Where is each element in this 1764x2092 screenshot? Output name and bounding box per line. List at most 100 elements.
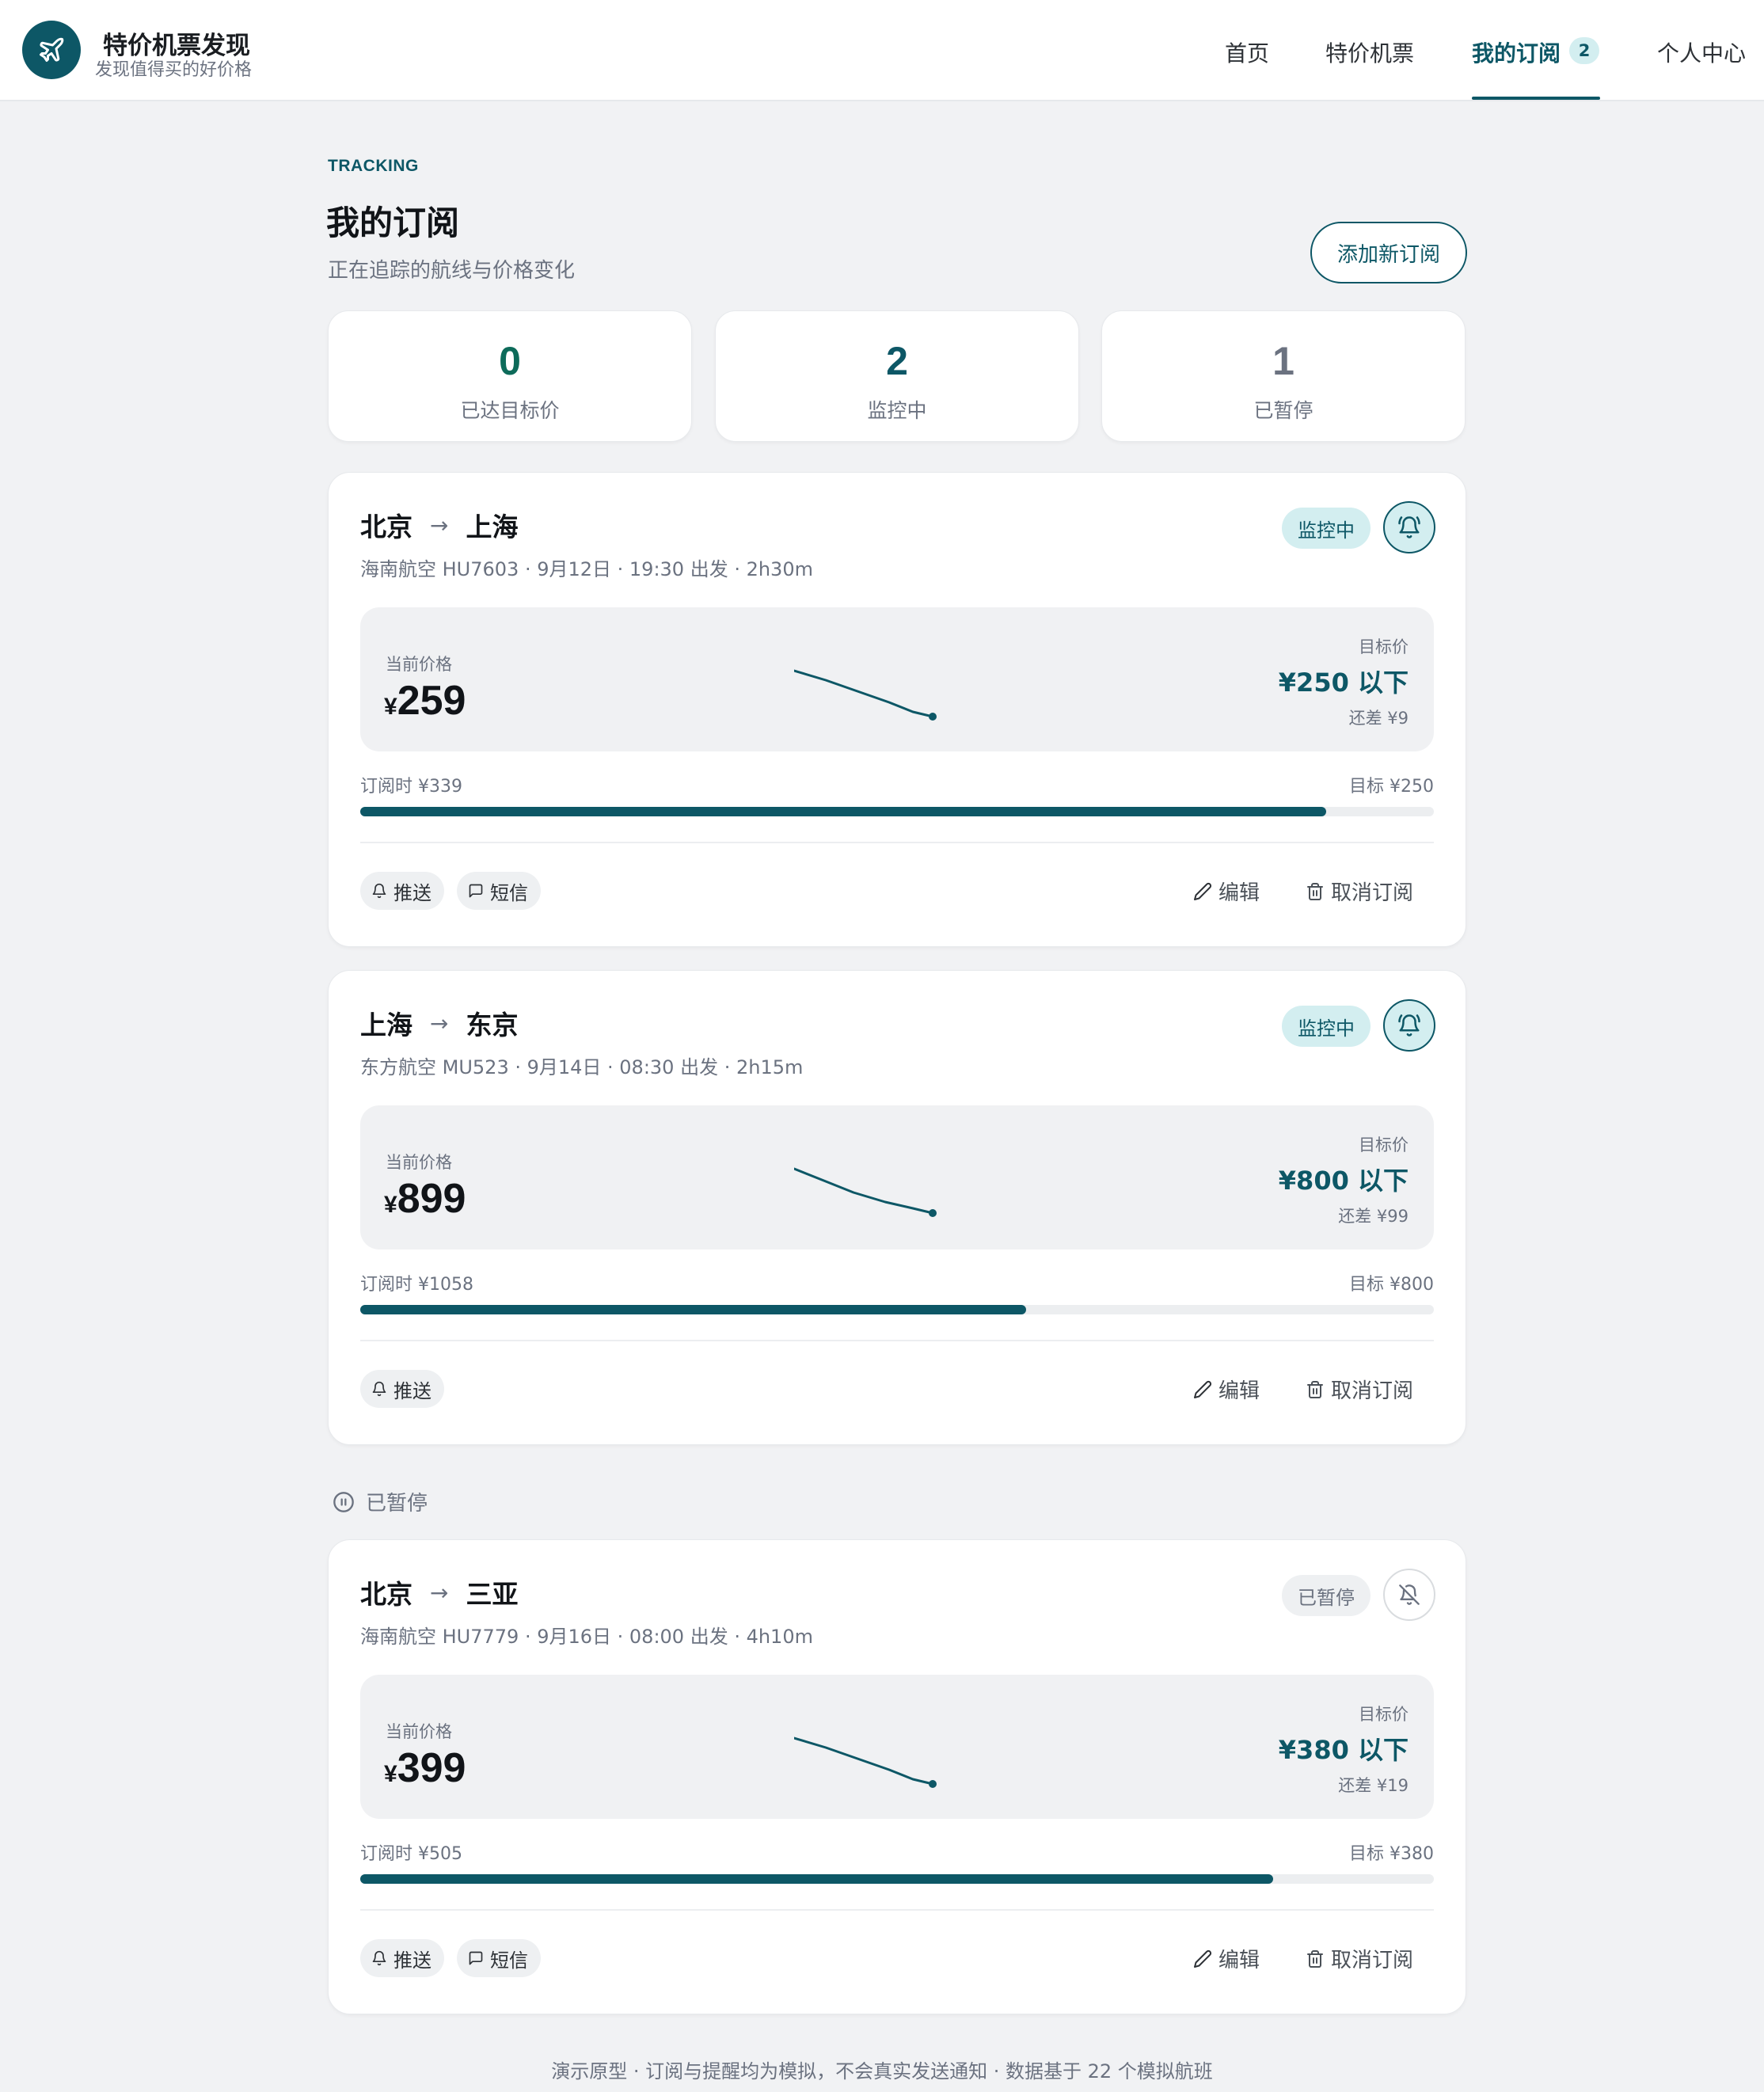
- subscription-card: 北京 → 三亚 海南航空 HU7779 · 9月16日 · 08:00 出发 ·…: [328, 1539, 1466, 2014]
- route: 上海 → 东京: [360, 1004, 518, 1042]
- subscription-card: 北京 → 上海 海南航空 HU7603 · 9月12日 · 19:30 出发 ·…: [328, 472, 1466, 947]
- pencil-icon: [1194, 1380, 1212, 1398]
- subscriptions-count-badge: 2: [1569, 37, 1599, 64]
- subscribed-price: 订阅时 ¥505: [360, 1844, 462, 1864]
- stat-label: 已暂停: [1253, 399, 1313, 422]
- current-price-label: 当前价格: [386, 1153, 452, 1172]
- price-trend-sparkline: [794, 1736, 937, 1788]
- stat-label: 监控中: [867, 399, 927, 422]
- unsubscribe-button[interactable]: 取消订阅: [1306, 877, 1413, 906]
- current-price-label: 当前价格: [386, 1722, 452, 1741]
- bell-icon: [372, 1381, 386, 1397]
- nav-active-underline: [1472, 97, 1600, 100]
- arrow-right-icon: →: [430, 1579, 449, 1606]
- channel-push-chip[interactable]: 推送: [360, 1370, 444, 1408]
- stat-card-reached: 0 已达目标价: [328, 310, 692, 442]
- pencil-icon: [1194, 882, 1212, 900]
- paused-section-header: 已暂停: [333, 1487, 428, 1516]
- trash-icon: [1307, 1380, 1323, 1398]
- origin-city: 北京: [360, 512, 412, 542]
- stat-card-monitoring: 2 监控中: [715, 310, 1079, 442]
- destination-city: 东京: [466, 1010, 519, 1040]
- current-price: ¥399: [384, 1745, 466, 1791]
- bell-icon: [372, 883, 386, 899]
- origin-city: 上海: [360, 1010, 412, 1040]
- stat-label: 已达目标价: [460, 399, 560, 422]
- bell-toggle-button[interactable]: [1383, 501, 1435, 553]
- progress-track: [360, 807, 1434, 816]
- page-title: 我的订阅: [326, 203, 460, 242]
- price-panel: 当前价格 ¥259 目标价 ¥250 以下 还差 ¥9: [360, 607, 1434, 751]
- target-marker: 目标 ¥380: [1349, 1844, 1434, 1864]
- current-price-label: 当前价格: [386, 655, 452, 674]
- add-subscription-button[interactable]: 添加新订阅: [1310, 222, 1467, 283]
- price-panel: 当前价格 ¥899 目标价 ¥800 以下 还差 ¥99: [360, 1105, 1434, 1249]
- progress-fill: [360, 1874, 1273, 1884]
- trash-icon: [1307, 882, 1323, 900]
- divider: [360, 1340, 1434, 1341]
- bell-icon: [372, 1950, 386, 1966]
- message-icon: [469, 884, 483, 898]
- nav-subscriptions[interactable]: 我的订阅: [1472, 36, 1561, 68]
- target-price-label: 目标价: [1359, 1705, 1409, 1724]
- flight-meta: 海南航空 HU7603 · 9月12日 · 19:30 出发 · 2h30m: [360, 558, 813, 580]
- edit-button[interactable]: 编辑: [1193, 877, 1260, 906]
- target-price: ¥250 以下: [1278, 668, 1409, 698]
- price-gap: 还差 ¥19: [1338, 1776, 1409, 1795]
- destination-city: 三亚: [466, 1579, 519, 1610]
- nav-deals[interactable]: 特价机票: [1325, 36, 1414, 68]
- chip-label: 推送: [393, 881, 431, 904]
- channel-push-chip[interactable]: 推送: [360, 872, 444, 910]
- divider: [360, 842, 1434, 843]
- subscription-card: 上海 → 东京 东方航空 MU523 · 9月14日 · 08:30 出发 · …: [328, 970, 1466, 1445]
- current-price: ¥899: [384, 1176, 466, 1222]
- trash-icon: [1307, 1949, 1323, 1968]
- stat-value: 2: [886, 339, 908, 383]
- bell-toggle-button[interactable]: [1383, 1569, 1435, 1621]
- current-price: ¥259: [384, 678, 466, 724]
- chip-label: 短信: [490, 881, 528, 904]
- status-badge: 监控中: [1282, 1006, 1371, 1047]
- progress-track: [360, 1874, 1434, 1884]
- edit-button[interactable]: 编辑: [1193, 1944, 1260, 1973]
- route: 北京 → 三亚: [360, 1573, 518, 1611]
- plane-logo-icon[interactable]: [22, 21, 81, 79]
- channel-sms-chip[interactable]: 短信: [457, 1939, 541, 1977]
- status-badge: 已暂停: [1282, 1575, 1371, 1616]
- channel-push-chip[interactable]: 推送: [360, 1939, 444, 1977]
- nav-home[interactable]: 首页: [1225, 36, 1269, 68]
- price-panel: 当前价格 ¥399 目标价 ¥380 以下 还差 ¥19: [360, 1675, 1434, 1819]
- bell-toggle-button[interactable]: [1383, 999, 1435, 1052]
- subscribed-price: 订阅时 ¥1058: [360, 1275, 473, 1295]
- target-marker: 目标 ¥250: [1349, 777, 1434, 797]
- price-gap: 还差 ¥9: [1348, 709, 1409, 728]
- subscribed-price: 订阅时 ¥339: [360, 777, 462, 797]
- stat-value: 1: [1272, 339, 1294, 383]
- nav-profile[interactable]: 个人中心: [1657, 36, 1746, 68]
- destination-city: 上海: [466, 512, 519, 542]
- top-bar: 特价机票发现 发现值得买的好价格 首页 特价机票 我的订阅 2 个人中心: [0, 0, 1764, 101]
- progress-track: [360, 1305, 1434, 1314]
- message-icon: [469, 1951, 483, 1965]
- edit-button[interactable]: 编辑: [1193, 1375, 1260, 1404]
- divider: [360, 1909, 1434, 1911]
- bell-icon: [1398, 1014, 1420, 1036]
- unsubscribe-button[interactable]: 取消订阅: [1306, 1944, 1413, 1973]
- arrow-right-icon: →: [430, 512, 449, 538]
- page-eyebrow: TRACKING: [328, 157, 419, 175]
- status-badge: 监控中: [1282, 508, 1371, 549]
- channel-sms-chip[interactable]: 短信: [457, 872, 541, 910]
- route: 北京 → 上海: [360, 506, 518, 544]
- flight-meta: 海南航空 HU7779 · 9月16日 · 08:00 出发 · 4h10m: [360, 1626, 813, 1648]
- price-gap: 还差 ¥99: [1338, 1207, 1409, 1226]
- price-trend-sparkline: [794, 669, 937, 721]
- unsubscribe-button[interactable]: 取消订阅: [1306, 1375, 1413, 1404]
- price-trend-sparkline: [794, 1167, 937, 1217]
- origin-city: 北京: [360, 1579, 412, 1610]
- target-marker: 目标 ¥800: [1349, 1275, 1434, 1295]
- target-price: ¥800 以下: [1278, 1166, 1409, 1196]
- progress-fill: [360, 1305, 1026, 1314]
- arrow-right-icon: →: [430, 1010, 449, 1036]
- target-price: ¥380 以下: [1278, 1735, 1409, 1765]
- chip-label: 推送: [393, 1949, 431, 1972]
